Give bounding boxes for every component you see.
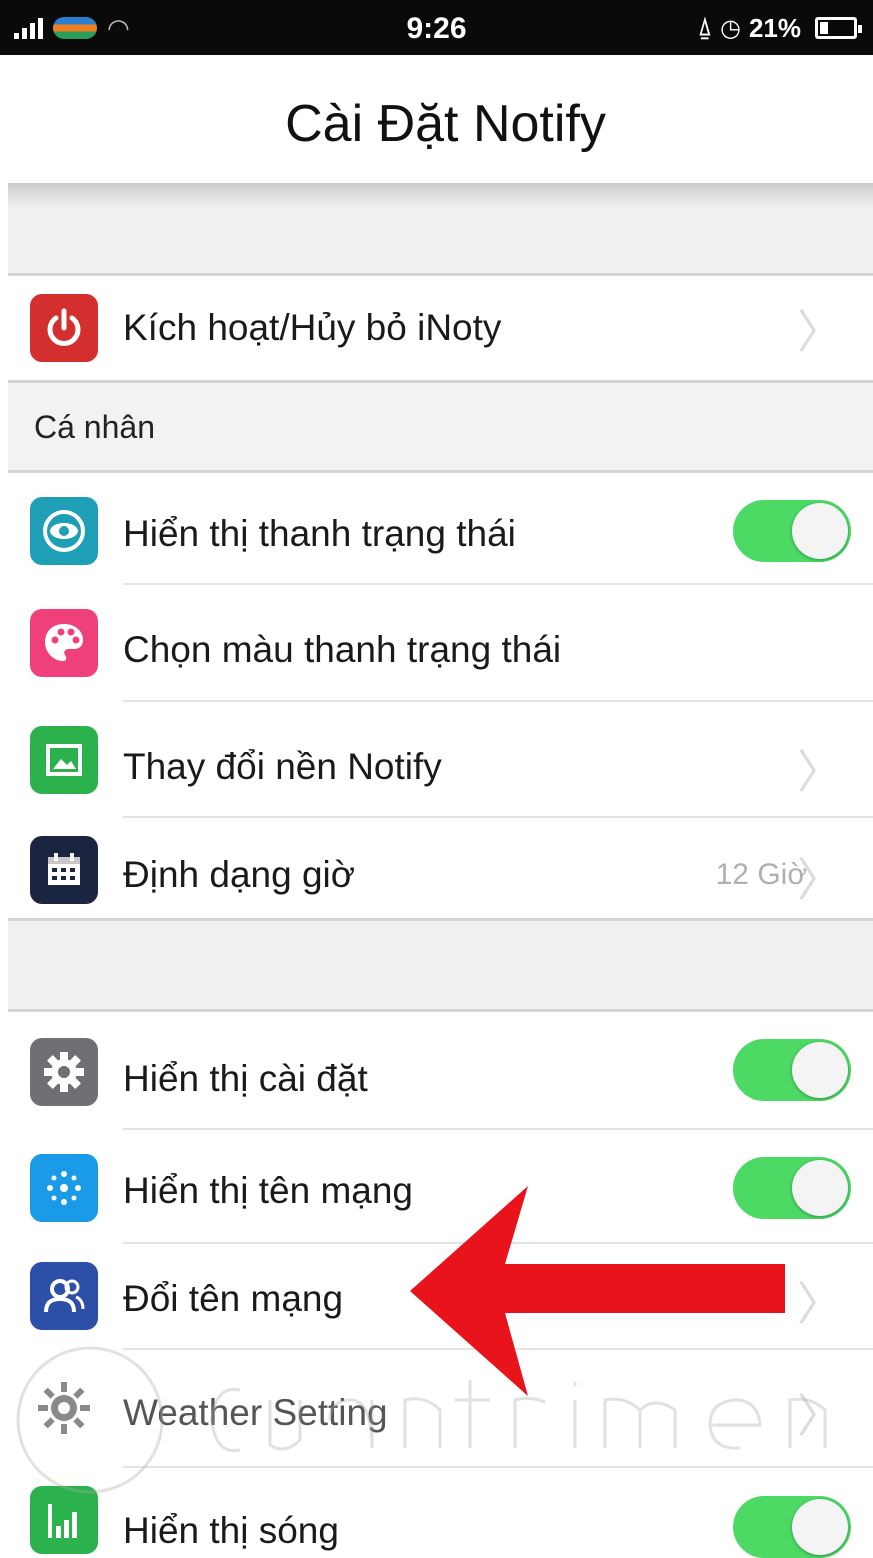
row-label: Thay đổi nền Notify [123,746,442,787]
row-value: 12 Giờ [715,858,807,891]
clock-icon: ◷ [720,14,741,42]
section-header-label: Cá nhân [34,409,155,445]
network-icon [30,1154,98,1222]
palette-icon [30,609,98,677]
row-label: Hiển thị cài đặt [123,1058,368,1099]
toggle-switch[interactable] [733,500,851,562]
row-label: Hiển thị sóng [123,1510,339,1551]
chevron-right-icon: 〉 [797,1277,843,1331]
row-time-format[interactable]: Định dạng giờ 12 Giờ 〉 [8,818,873,920]
row-label: Hiển thị tên mạng [123,1170,414,1211]
toggle-switch[interactable] [733,1039,851,1101]
group-spacer [8,921,873,1009]
eye-icon [30,497,98,565]
calendar-icon [30,836,98,904]
status-bar: ◠ 9:26 ⍙ ◷ 21% [0,0,873,55]
chevron-right-icon: 〉 [797,305,843,359]
image-icon [30,726,98,794]
row-label: Định dạng giờ [123,854,356,895]
row-label: Hiển thị thanh trạng thái [123,513,516,554]
gear-icon [30,1038,98,1106]
annotation-arrow-icon [410,1186,785,1396]
row-label: Đổi tên mạng [123,1278,344,1319]
alarm-icon: ⍙ [697,14,712,41]
chevron-right-icon: 〉 [797,853,843,907]
row-label: Chọn màu thanh trạng thái [123,629,562,670]
row-statusbar-color[interactable]: Chọn màu thanh trạng thái [8,585,873,702]
nav-divider [8,183,873,213]
chevron-right-icon: 〉 [797,745,843,799]
power-icon [30,294,98,362]
row-show-statusbar[interactable]: Hiển thị thanh trạng thái [8,473,873,585]
section-header-personal: Cá nhân [8,383,873,473]
row-change-background[interactable]: Thay đổi nền Notify 〉 [8,702,873,818]
row-show-settings[interactable]: Hiển thị cài đặt [8,1012,873,1130]
group-spacer [8,213,873,275]
battery-icon [815,17,862,39]
page-title: Cài Đặt Notify [285,95,606,153]
nav-bar: Cài Đặt Notify [0,55,873,185]
users-icon [30,1262,98,1330]
row-label: Kích hoạt/Hủy bỏ iNoty [123,307,502,348]
row-activate-inoty[interactable]: Kích hoạt/Hủy bỏ iNoty 〉 [8,276,873,380]
battery-percent: 21% [748,12,801,43]
